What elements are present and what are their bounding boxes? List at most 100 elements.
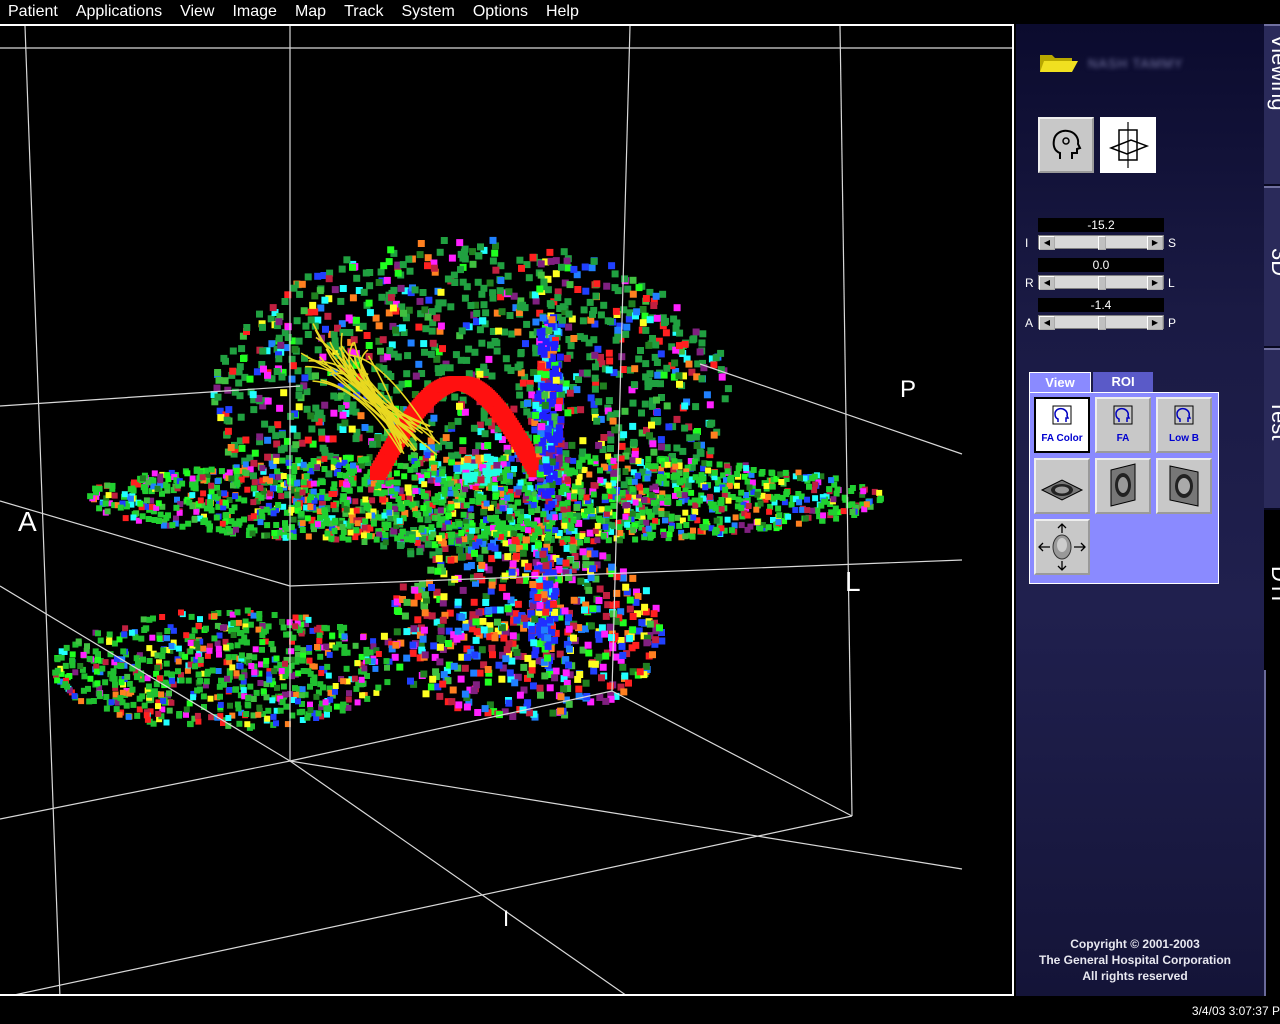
voxel bbox=[157, 511, 164, 518]
head-view-button[interactable] bbox=[1038, 117, 1094, 173]
voxel bbox=[540, 278, 548, 286]
voxel bbox=[350, 480, 357, 487]
slice-planes-button[interactable] bbox=[1100, 117, 1156, 173]
voxel bbox=[600, 301, 608, 309]
voxel bbox=[552, 587, 560, 595]
voxel bbox=[653, 409, 661, 416]
voxel bbox=[635, 355, 643, 363]
menu-options[interactable]: Options bbox=[464, 0, 537, 24]
voxel bbox=[323, 643, 330, 650]
voxel bbox=[575, 685, 583, 693]
slider-rl-increment[interactable]: ▶ bbox=[1147, 276, 1163, 290]
voxel bbox=[273, 457, 280, 464]
voxel bbox=[782, 469, 789, 476]
slider-is-increment[interactable]: ▶ bbox=[1147, 236, 1163, 250]
slider-rl-decrement[interactable]: ◀ bbox=[1039, 276, 1055, 290]
voxel bbox=[622, 469, 629, 475]
voxel bbox=[480, 284, 488, 292]
voxel bbox=[676, 329, 684, 337]
voxel bbox=[472, 636, 480, 644]
voxel bbox=[673, 415, 681, 423]
tab-view[interactable]: View bbox=[1029, 372, 1091, 393]
voxel bbox=[339, 285, 347, 292]
3d-viewport[interactable]: A P L I bbox=[0, 24, 1014, 996]
voxel bbox=[631, 450, 639, 458]
menu-applications[interactable]: Applications bbox=[67, 0, 171, 24]
voxel bbox=[673, 304, 681, 312]
menu-map[interactable]: Map bbox=[286, 0, 335, 24]
voxel bbox=[366, 309, 374, 317]
voxel bbox=[574, 675, 582, 683]
voxel bbox=[194, 712, 201, 719]
slider-ap-track[interactable]: ◀ ▶ bbox=[1038, 315, 1164, 330]
voxel bbox=[346, 487, 353, 494]
voxel bbox=[811, 473, 818, 480]
fa-button[interactable]: FA bbox=[1095, 397, 1151, 453]
voxel bbox=[579, 456, 586, 463]
voxel bbox=[700, 524, 707, 531]
voxel bbox=[377, 347, 384, 355]
menu-patient[interactable]: Patient bbox=[0, 0, 67, 24]
menu-help[interactable]: Help bbox=[537, 0, 588, 24]
voxel bbox=[446, 524, 453, 531]
voxel bbox=[536, 582, 543, 590]
voxel bbox=[158, 691, 165, 698]
voxel bbox=[629, 626, 637, 634]
folder-icon[interactable] bbox=[1038, 52, 1080, 74]
voxel bbox=[494, 551, 502, 559]
sagittal-view-button[interactable] bbox=[1156, 458, 1212, 514]
fa-color-button[interactable]: FA Color bbox=[1034, 397, 1090, 453]
low-b-button[interactable]: Low B bbox=[1156, 397, 1212, 453]
slider-rl-thumb[interactable] bbox=[1098, 276, 1106, 290]
voxel bbox=[168, 642, 175, 649]
voxel bbox=[308, 494, 314, 501]
axial-view-button[interactable] bbox=[1034, 458, 1090, 514]
voxel bbox=[195, 623, 202, 630]
side-tab-viewing[interactable]: Viewing bbox=[1264, 24, 1280, 186]
slider-ap-increment[interactable]: ▶ bbox=[1147, 316, 1163, 330]
slider-ap-thumb[interactable] bbox=[1098, 316, 1106, 330]
voxel bbox=[416, 548, 424, 556]
voxel bbox=[120, 648, 127, 655]
voxel bbox=[521, 614, 529, 622]
voxel bbox=[644, 383, 652, 391]
menu-view[interactable]: View bbox=[171, 0, 223, 24]
tab-roi[interactable]: ROI bbox=[1093, 372, 1153, 392]
voxel bbox=[197, 497, 204, 504]
coronal-view-button[interactable] bbox=[1095, 458, 1151, 514]
voxel bbox=[564, 298, 572, 306]
voxel bbox=[403, 598, 411, 606]
menu-track[interactable]: Track bbox=[335, 0, 392, 24]
slider-is-track[interactable]: ◀ ▶ bbox=[1038, 235, 1164, 250]
voxel bbox=[783, 491, 790, 498]
voxel bbox=[63, 644, 70, 651]
voxel bbox=[360, 634, 367, 641]
voxel bbox=[420, 340, 428, 348]
side-tab-dti[interactable]: DTI bbox=[1264, 514, 1280, 664]
voxel bbox=[339, 534, 346, 541]
voxel bbox=[626, 605, 634, 613]
voxel bbox=[618, 642, 626, 650]
voxel bbox=[665, 423, 673, 431]
voxel bbox=[361, 424, 369, 431]
voxel bbox=[255, 626, 262, 633]
slider-is-decrement[interactable]: ◀ bbox=[1039, 236, 1055, 250]
brain-volume-render[interactable] bbox=[0, 26, 1014, 996]
voxel bbox=[374, 434, 382, 442]
slider-is-thumb[interactable] bbox=[1098, 236, 1106, 250]
side-tab-3d[interactable]: 3D bbox=[1264, 186, 1280, 348]
slider-ap-decrement[interactable]: ◀ bbox=[1039, 316, 1055, 330]
voxel bbox=[542, 562, 550, 570]
voxel bbox=[86, 698, 93, 705]
voxel bbox=[622, 513, 629, 520]
voxel bbox=[682, 533, 689, 540]
menu-system[interactable]: System bbox=[392, 0, 463, 24]
side-tab-test[interactable]: Test bbox=[1264, 348, 1280, 510]
voxel bbox=[339, 328, 347, 336]
rotate-view-button[interactable] bbox=[1034, 519, 1090, 575]
slider-rl-track[interactable]: ◀ ▶ bbox=[1038, 275, 1164, 290]
voxel bbox=[439, 599, 447, 607]
voxel bbox=[223, 644, 230, 651]
voxel bbox=[670, 315, 678, 323]
menu-image[interactable]: Image bbox=[223, 0, 285, 24]
